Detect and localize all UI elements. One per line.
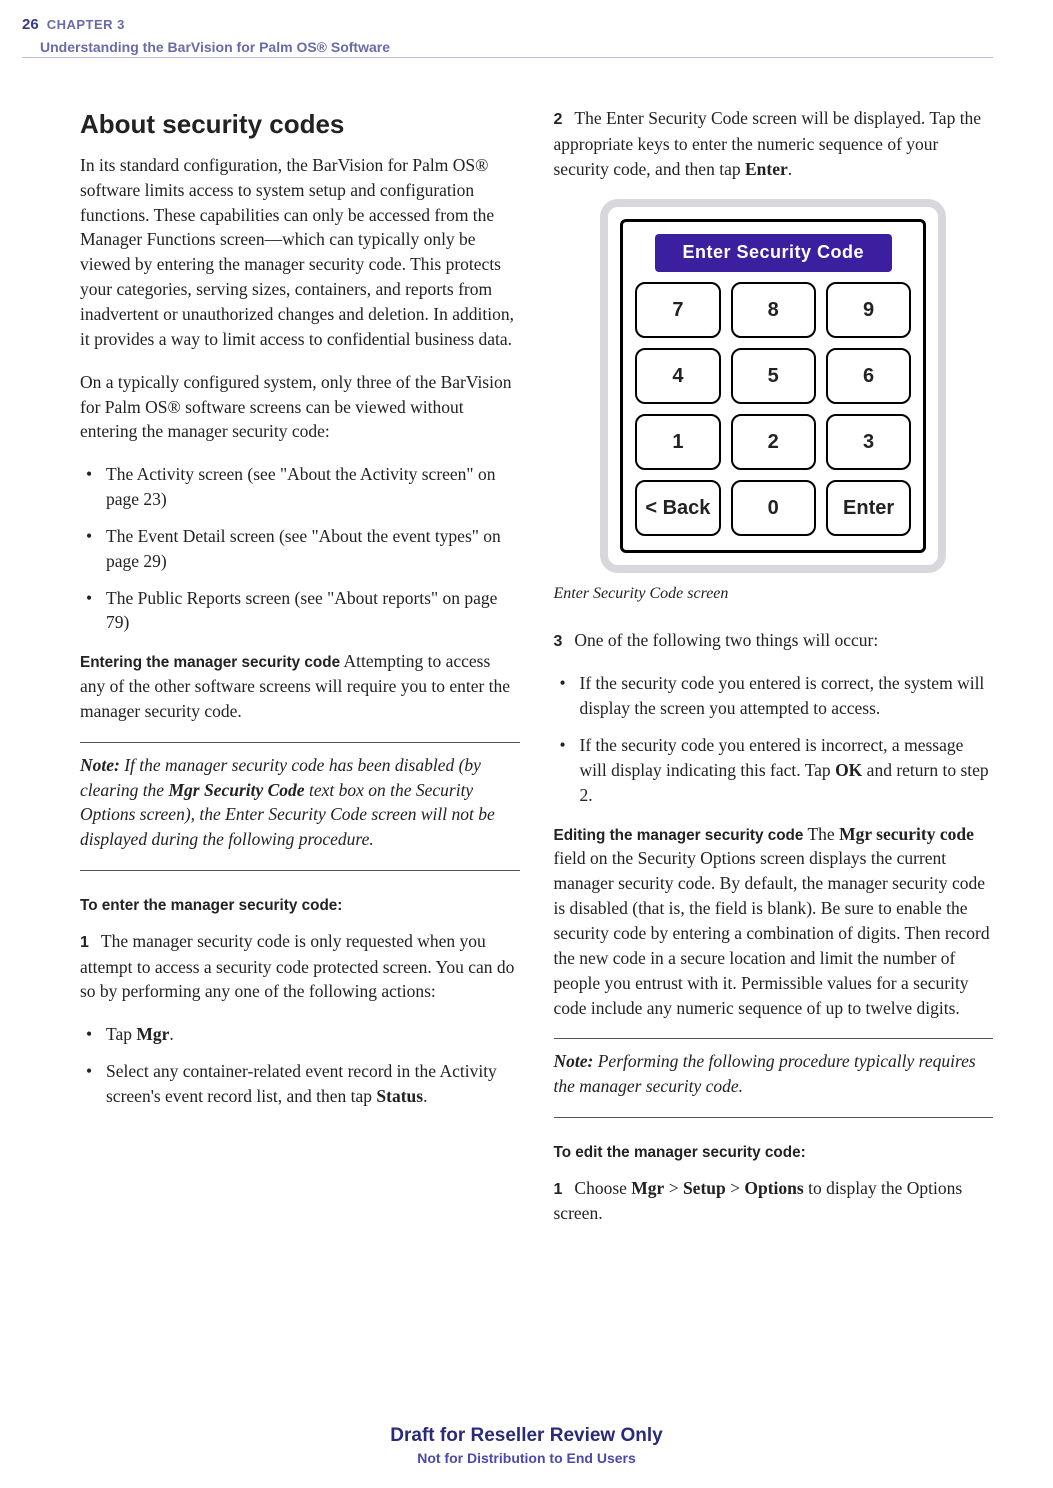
note-paragraph: Note: Performing the following procedure… — [554, 1049, 994, 1099]
runin-paragraph: Editing the manager security code The Mg… — [554, 822, 994, 1021]
step-number: 3 — [554, 633, 563, 650]
note-rule — [80, 870, 520, 871]
key-5[interactable]: 5 — [731, 348, 816, 404]
list-text: Tap — [106, 1024, 136, 1044]
step-paragraph: 2The Enter Security Code screen will be … — [554, 106, 994, 181]
key-8[interactable]: 8 — [731, 282, 816, 338]
note-rule — [554, 1117, 994, 1118]
body-columns: About security codes In its standard con… — [0, 58, 1053, 1244]
ui-term: Setup — [683, 1178, 726, 1198]
ui-term: Mgr — [136, 1024, 169, 1044]
step-text: . — [788, 159, 792, 179]
step-text: Choose — [574, 1178, 631, 1198]
ui-term: Enter — [745, 159, 788, 179]
step-text: The manager security code is only reques… — [80, 931, 514, 1002]
ui-term: Mgr security code — [839, 824, 974, 844]
list-text: Select any container-related event recor… — [106, 1061, 497, 1106]
ui-term: Options — [744, 1178, 803, 1198]
device-frame: Enter Security Code 7 8 9 4 5 6 1 2 3 < … — [600, 199, 946, 573]
page-number: 26 — [22, 16, 39, 33]
bullet-list: If the security code you entered is corr… — [554, 671, 994, 807]
keypad: 7 8 9 4 5 6 1 2 3 < Back 0 Enter — [635, 282, 911, 536]
step-paragraph: 3 One of the following two things will oc… — [554, 628, 994, 654]
list-text: . — [423, 1086, 427, 1106]
list-text: . — [169, 1024, 173, 1044]
ui-term: Mgr — [631, 1178, 664, 1198]
key-enter[interactable]: Enter — [826, 480, 911, 536]
runin-body: field on the Security Options screen dis… — [554, 848, 990, 1017]
step-text: > — [664, 1178, 683, 1198]
note-label: Note: — [554, 1051, 594, 1071]
body-paragraph: In its standard configuration, the BarVi… — [80, 153, 520, 352]
list-item: If the security code you entered is corr… — [554, 671, 994, 721]
chapter-title: Understanding the BarVision for Palm OS®… — [0, 39, 1053, 55]
chapter-label: CHAPTER 3 — [47, 17, 125, 32]
list-item: The Public Reports screen (see "About re… — [80, 586, 520, 636]
left-column: About security codes In its standard con… — [80, 106, 520, 1244]
footer-line-2: Not for Distribution to End Users — [0, 1450, 1053, 1466]
figure-caption: Enter Security Code screen — [554, 583, 994, 606]
step-number: 1 — [80, 934, 89, 951]
runin-heading: Editing the manager security code — [554, 827, 804, 844]
section-heading: About security codes — [80, 106, 520, 143]
note-paragraph: Note: If the manager security code has b… — [80, 753, 520, 852]
step-text: > — [726, 1178, 745, 1198]
ui-term: OK — [835, 760, 862, 780]
runin-heading: Entering the manager security code — [80, 654, 340, 671]
key-6[interactable]: 6 — [826, 348, 911, 404]
procedure-heading: To enter the manager security code: — [80, 895, 520, 917]
key-back[interactable]: < Back — [635, 480, 720, 536]
step-number: 1 — [554, 1181, 563, 1198]
step-paragraph: 1The manager security code is only reque… — [80, 929, 520, 1004]
footer-line-1: Draft for Reseller Review Only — [0, 1425, 1053, 1447]
note-rule — [80, 742, 520, 743]
runin-paragraph: Entering the manager security code Attem… — [80, 649, 520, 724]
right-column: 2The Enter Security Code screen will be … — [554, 106, 994, 1244]
bullet-list: The Activity screen (see "About the Acti… — [80, 462, 520, 635]
key-4[interactable]: 4 — [635, 348, 720, 404]
step-paragraph: 1Choose Mgr > Setup > Options to display… — [554, 1176, 994, 1227]
keypad-title: Enter Security Code — [655, 234, 892, 272]
step-text: One of the following two things will occ… — [574, 630, 878, 650]
list-item: If the security code you entered is inco… — [554, 733, 994, 808]
list-item: Tap Mgr. — [80, 1022, 520, 1047]
device-border: Enter Security Code 7 8 9 4 5 6 1 2 3 < … — [620, 219, 926, 553]
list-item: The Activity screen (see "About the Acti… — [80, 462, 520, 512]
key-2[interactable]: 2 — [731, 414, 816, 470]
procedure-heading: To edit the manager security code: — [554, 1142, 994, 1164]
note-rule — [554, 1038, 994, 1039]
ui-term: Status — [376, 1086, 423, 1106]
note-ui-term: Mgr Security Code — [168, 780, 304, 800]
step-number: 2 — [554, 111, 563, 128]
note-label: Note: — [80, 755, 120, 775]
key-3[interactable]: 3 — [826, 414, 911, 470]
page-footer: Draft for Reseller Review Only Not for D… — [0, 1425, 1053, 1466]
list-item: Select any container-related event recor… — [80, 1059, 520, 1109]
body-paragraph: On a typically configured system, only t… — [80, 370, 520, 445]
key-9[interactable]: 9 — [826, 282, 911, 338]
key-7[interactable]: 7 — [635, 282, 720, 338]
runin-body: The — [803, 824, 839, 844]
note-text: Performing the following procedure typic… — [554, 1051, 976, 1096]
list-item: The Event Detail screen (see "About the … — [80, 524, 520, 574]
bullet-list: Tap Mgr. Select any container-related ev… — [80, 1022, 520, 1109]
key-1[interactable]: 1 — [635, 414, 720, 470]
key-0[interactable]: 0 — [731, 480, 816, 536]
figure: Enter Security Code 7 8 9 4 5 6 1 2 3 < … — [554, 199, 994, 573]
page-header: 26 CHAPTER 3 — [0, 0, 1053, 39]
